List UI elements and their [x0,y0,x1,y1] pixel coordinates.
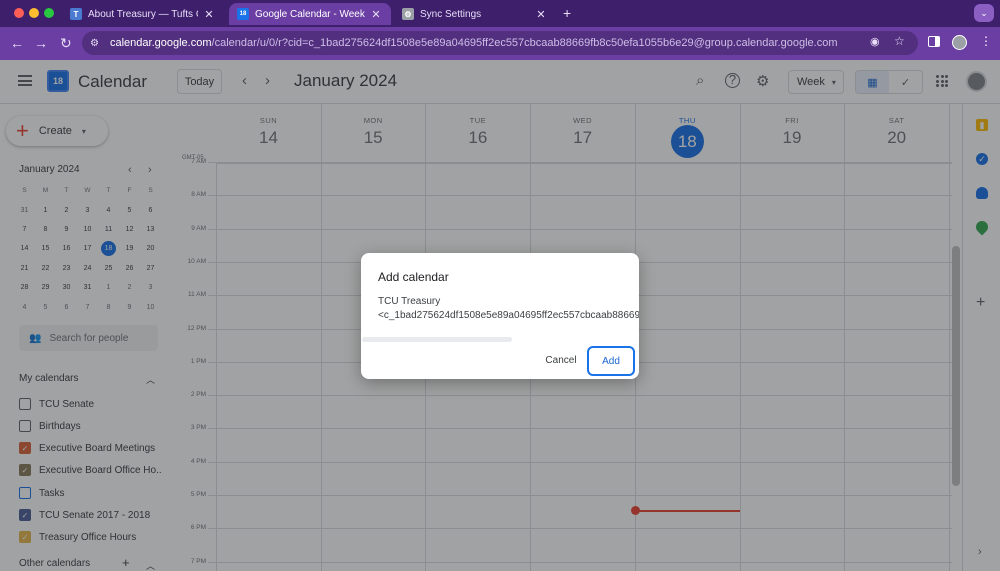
tab-search-button[interactable]: ⌄ [974,4,994,22]
bookmark-star-icon[interactable]: ☆ [894,34,905,48]
browser-toolbar: ← → ↻ ⚙ calendar.google.com/calendar/u/0… [0,27,1000,60]
forward-arrow-icon[interactable]: → [34,35,48,51]
loading-progress-fill [362,337,512,342]
add-button[interactable]: Add [587,346,635,376]
zoom-window-button[interactable] [44,8,54,18]
cancel-button[interactable]: Cancel [539,349,583,371]
reload-icon[interactable]: ↻ [60,35,72,52]
site-info-icon[interactable]: ⚙ [90,38,104,49]
browser-tab-sync-settings[interactable]: ⚙ Sync Settings ✕ [394,3,556,25]
back-arrow-icon[interactable]: ← [10,35,24,51]
close-tab-icon[interactable]: ✕ [534,8,548,21]
browser-tab-google-calendar[interactable]: 18 Google Calendar - Week of Ja ✕ [229,3,391,25]
close-window-button[interactable] [14,8,24,18]
profile-avatar[interactable] [952,35,967,50]
close-tab-icon[interactable]: ✕ [202,8,216,21]
tab-title: Google Calendar - Week of Ja [255,8,365,20]
browser-menu-icon[interactable]: ⋮ [980,34,992,48]
tab-title: Sync Settings [420,8,482,20]
tracking-protection-icon[interactable]: ◉ [870,35,880,48]
side-panel-icon[interactable] [928,36,940,47]
add-calendar-dialog: Add calendar TCU Treasury <c_1bad275624d… [361,253,639,379]
browser-tab-bar: T About Treasury — Tufts Comm ✕ 18 Googl… [0,0,1000,27]
tab-title: About Treasury — Tufts Comm [88,8,198,20]
tufts-favicon-icon: T [70,8,82,20]
minimize-window-button[interactable] [29,8,39,18]
settings-favicon-icon: ⚙ [402,8,414,20]
close-tab-icon[interactable]: ✕ [369,8,383,21]
browser-tab-treasury[interactable]: T About Treasury — Tufts Comm ✕ [62,3,224,25]
dialog-title: Add calendar [378,270,449,284]
url-host: calendar.google.com [110,37,212,49]
calendar-id: <c_1bad275624df1508e5e89a04695ff2ec557cb… [378,310,639,321]
new-tab-button[interactable]: + [563,5,571,21]
url-path: /calendar/u/0/r?cid=c_1bad275624df1508e5… [211,37,838,49]
calendar-name: TCU Treasury [378,296,441,307]
calendar-favicon-icon: 18 [237,8,249,20]
address-bar[interactable]: ⚙ calendar.google.com/calendar/u/0/r?cid… [82,31,918,55]
loading-progress-bar [362,337,512,342]
